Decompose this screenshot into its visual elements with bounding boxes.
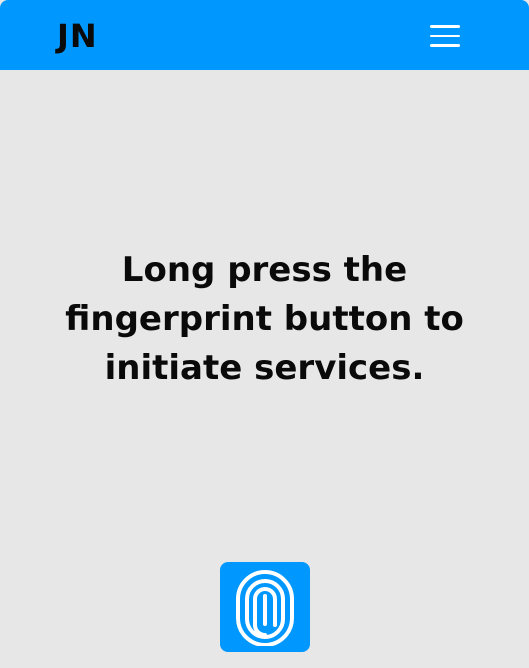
app-screen: JN Long press the fingerprint button to … [0, 0, 529, 668]
menu-line [430, 25, 460, 28]
fingerprint-button[interactable] [220, 562, 310, 652]
instruction-text: Long press the fingerprint button to ini… [65, 250, 464, 388]
fingerprint-icon [236, 570, 294, 646]
hamburger-menu-icon[interactable] [422, 18, 468, 54]
top-bar: JN [0, 0, 529, 70]
menu-line [430, 44, 460, 47]
logo[interactable]: JN [57, 14, 98, 58]
menu-line [430, 34, 460, 38]
